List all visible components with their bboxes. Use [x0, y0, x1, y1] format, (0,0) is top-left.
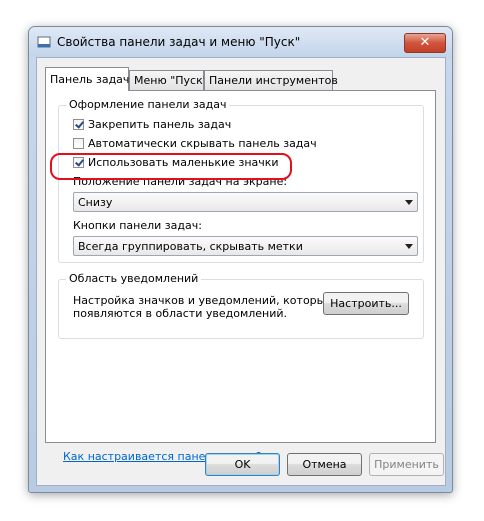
lock-taskbar-checkbox[interactable]: Закрепить панель задач: [73, 118, 231, 134]
notification-description-line2: появляются в области уведомлений.: [73, 307, 288, 320]
small-icons-checkbox[interactable]: Использовать маленькие значки: [73, 156, 279, 172]
cancel-button[interactable]: Отмена: [287, 453, 362, 476]
checkbox-label: Закрепить панель задач: [88, 118, 232, 131]
appearance-group-legend: Оформление панели задач: [66, 98, 230, 111]
buttons-value: Всегда группировать, скрывать метки: [78, 240, 303, 253]
tab-taskbar[interactable]: Панель задач: [45, 67, 129, 91]
checkbox-box[interactable]: [73, 119, 84, 130]
position-combobox[interactable]: Снизу: [73, 192, 418, 212]
dialog-window: Свойства панели задач и меню "Пуск" ✕ Па…: [28, 26, 453, 493]
title-bar[interactable]: Свойства панели задач и меню "Пуск" ✕: [29, 27, 452, 57]
close-button[interactable]: ✕: [404, 33, 446, 53]
dialog-client: Панель задач Меню "Пуск" Панели инструме…: [36, 57, 446, 486]
notification-group: Область уведомлений Настройка значков и …: [58, 272, 424, 339]
buttons-label: Кнопки панели задач:: [73, 219, 202, 232]
ok-button[interactable]: OK: [205, 453, 280, 476]
taskbar-properties-icon: [37, 36, 51, 48]
tab-start-menu[interactable]: Меню "Пуск": [129, 70, 208, 90]
auto-hide-checkbox[interactable]: Автоматически скрывать панель задач: [73, 137, 317, 153]
dropdown-arrow-icon: [405, 200, 413, 205]
position-value: Снизу: [78, 196, 113, 209]
checkbox-box[interactable]: [73, 157, 84, 168]
notification-group-legend: Область уведомлений: [66, 272, 202, 285]
dropdown-arrow-icon: [405, 244, 413, 249]
apply-button[interactable]: Применить: [369, 453, 444, 476]
window-title: Свойства панели задач и меню "Пуск": [57, 35, 301, 49]
buttons-combobox[interactable]: Всегда группировать, скрывать метки: [73, 236, 418, 256]
tab-panel-taskbar: Оформление панели задач Закрепить панель…: [45, 90, 436, 463]
appearance-group: Оформление панели задач Закрепить панель…: [58, 98, 424, 263]
customize-button[interactable]: Настроить...: [323, 292, 409, 315]
position-label: Положение панели задач на экране:: [73, 175, 288, 188]
notification-description-line1: Настройка значков и уведомлений, которые: [73, 294, 333, 307]
checkbox-box[interactable]: [73, 138, 84, 149]
checkbox-label: Использовать маленькие значки: [88, 156, 279, 169]
checkbox-label: Автоматически скрывать панель задач: [88, 137, 317, 150]
tab-toolbars[interactable]: Панели инструментов: [204, 70, 338, 90]
